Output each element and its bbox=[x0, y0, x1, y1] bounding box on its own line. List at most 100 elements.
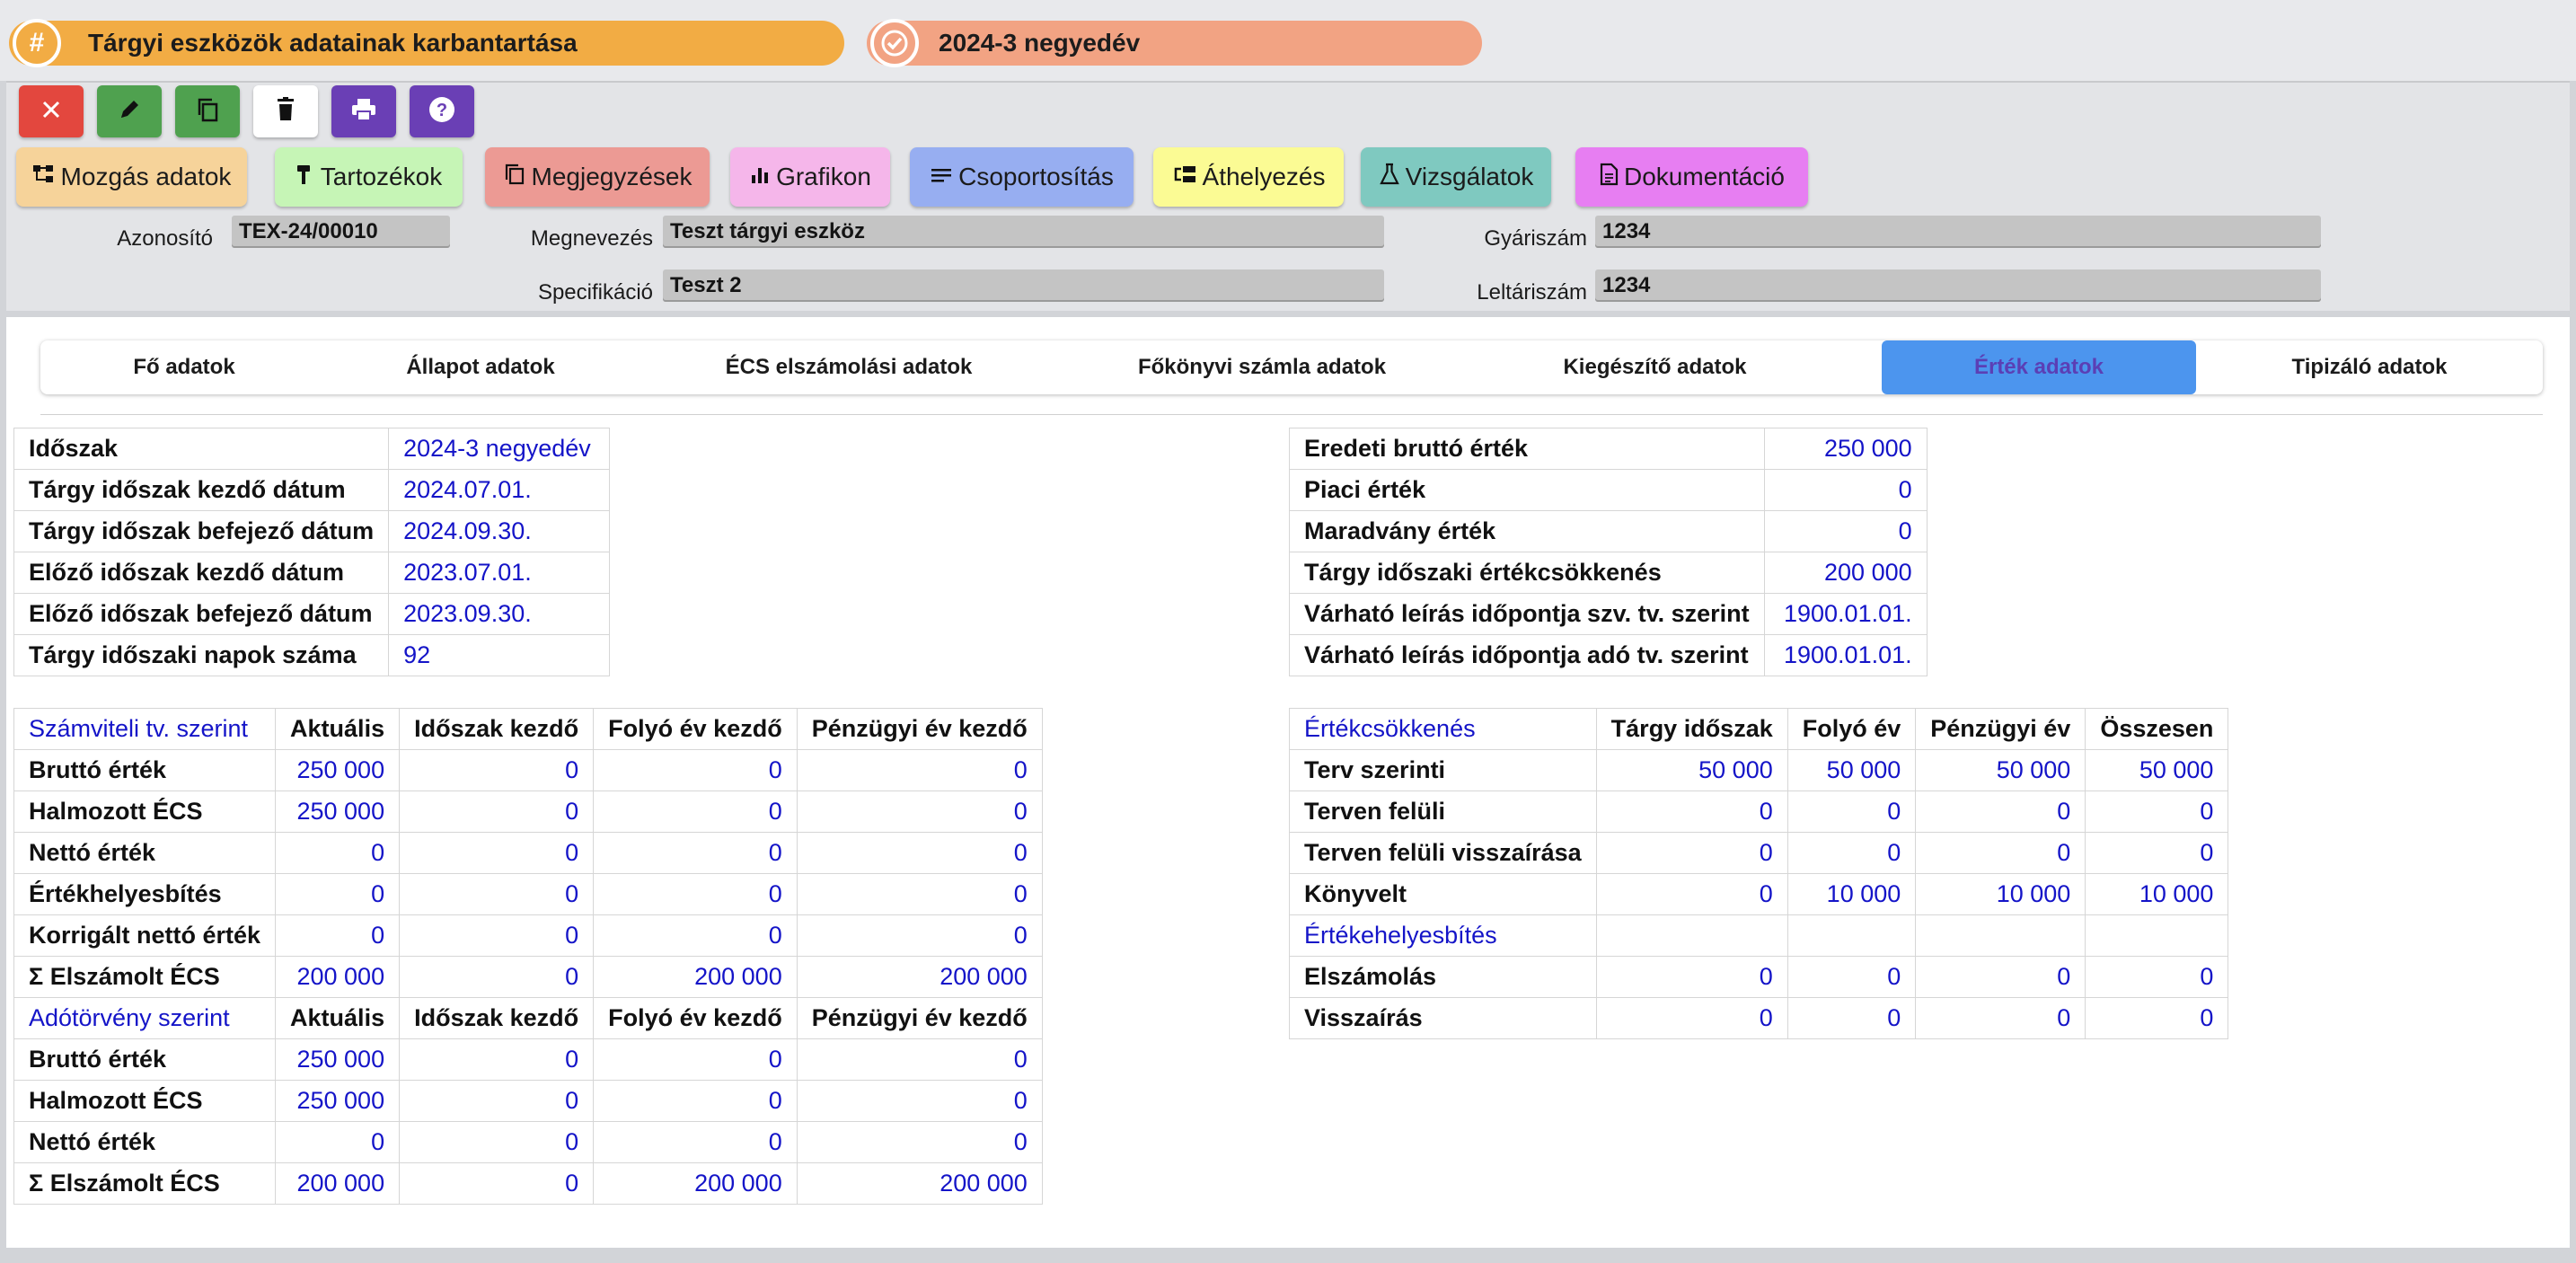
table-row: Korrigált nettó érték 0 0 0 0 bbox=[13, 914, 1043, 957]
tab-ledger-account[interactable]: Főkönyvi számla adatok bbox=[1064, 340, 1460, 394]
row-value: 2024.07.01. bbox=[388, 469, 611, 511]
empty-cell bbox=[1915, 914, 2086, 957]
table-row: Terven felüli 0 0 0 0 bbox=[1289, 790, 2229, 833]
row-value: 0 bbox=[1595, 956, 1788, 998]
row-value: 0 bbox=[275, 914, 401, 957]
table-row: Időszak 2024-3 negyedév bbox=[13, 428, 611, 470]
row-value: 0 bbox=[2085, 832, 2229, 874]
table-row: Halmozott ÉCS 250 000 0 0 0 bbox=[13, 790, 1043, 833]
identifier-label: Azonosító bbox=[117, 226, 213, 251]
module-title: Tárgyi eszközök adatainak karbantartása bbox=[88, 29, 578, 57]
table-row: Tárgy időszaki napok száma 92 bbox=[13, 634, 611, 676]
row-value: 0 bbox=[1786, 956, 1917, 998]
row-value: 0 bbox=[1595, 832, 1788, 874]
table-header-row: Értékcsökkenés Tárgy időszak Folyó év Pénzü… bbox=[1289, 708, 2229, 750]
row-value: 2024-3 negyedév bbox=[388, 428, 611, 470]
row-value: 0 bbox=[593, 873, 798, 915]
inspections-button[interactable]: Vizsgálatok bbox=[1361, 147, 1551, 207]
row-value: 1900.01.01. bbox=[1763, 634, 1928, 676]
row-value: 50 000 bbox=[1595, 749, 1788, 791]
help-button[interactable]: ? bbox=[410, 85, 474, 137]
specification-label: Specifikáció bbox=[537, 280, 653, 305]
hash-icon: # bbox=[13, 19, 61, 67]
row-value: 0 bbox=[1915, 997, 2086, 1039]
row-value: 0 bbox=[1595, 790, 1788, 833]
name-label: Megnevezés bbox=[530, 226, 653, 251]
table-row: Maradvány érték 0 bbox=[1289, 510, 1928, 552]
detail-tabs: Fő adatok Állapot adatok ÉCS elszámolási… bbox=[40, 340, 2543, 394]
row-value: 250 000 bbox=[275, 1038, 401, 1081]
column-header: Aktuális bbox=[275, 708, 401, 750]
row-label: Halmozott ÉCS bbox=[13, 1080, 277, 1122]
notes-button[interactable]: Megjegyzések bbox=[485, 147, 710, 207]
documentation-button[interactable]: Dokumentáció bbox=[1575, 147, 1808, 207]
row-value: 0 bbox=[399, 1162, 595, 1205]
empty-cell bbox=[2085, 914, 2229, 957]
delete-button[interactable] bbox=[253, 85, 318, 137]
period-table: Időszak 2024-3 negyedév Tárgy időszak kezd… bbox=[13, 428, 611, 676]
chart-button[interactable]: Grafikon bbox=[730, 147, 890, 207]
section-subtitle: Értékehelyesbítés bbox=[1289, 914, 1597, 957]
row-value: 0 bbox=[796, 832, 1043, 874]
table-row: Terv szerinti 50 000 50 000 50 000 50 000 bbox=[1289, 749, 2229, 791]
serial-number-field[interactable]: 1234 bbox=[1595, 216, 2321, 248]
row-label: Eredeti bruttó érték bbox=[1289, 428, 1765, 470]
table-row: Várható leírás időpontja szv. tv. szerin… bbox=[1289, 593, 1928, 635]
print-button[interactable] bbox=[331, 85, 396, 137]
table-row: Tárgy időszak befejező dátum 2024.09.30. bbox=[13, 510, 611, 552]
table-row: Terven felüli visszaírása 0 0 0 0 bbox=[1289, 832, 2229, 874]
tab-value-data[interactable]: Érték adatok bbox=[1882, 340, 2196, 394]
row-value: 0 bbox=[1595, 997, 1788, 1039]
table-row: Eredeti bruttó érték 250 000 bbox=[1289, 428, 1928, 470]
tab-status-data[interactable]: Állapot adatok bbox=[328, 340, 633, 394]
row-value: 200 000 bbox=[593, 1162, 798, 1205]
table-header-row: Adótörvény szerint Aktuális Időszak kezdő F… bbox=[13, 997, 1043, 1039]
help-icon: ? bbox=[428, 95, 456, 128]
row-value: 0 bbox=[1915, 956, 2086, 998]
row-label: Időszak bbox=[13, 428, 390, 470]
grouping-label: Csoportosítás bbox=[958, 163, 1114, 190]
row-label: Terven felüli visszaírása bbox=[1289, 832, 1597, 874]
tab-supplementary-data[interactable]: Kiegészítő adatok bbox=[1460, 340, 1850, 394]
row-value: 0 bbox=[593, 1080, 798, 1122]
grouping-button[interactable]: Csoportosítás bbox=[910, 147, 1134, 207]
row-value: 0 bbox=[399, 1080, 595, 1122]
row-label: Elszámolás bbox=[1289, 956, 1597, 998]
tab-depreciation-settlement[interactable]: ÉCS elszámolási adatok bbox=[633, 340, 1064, 394]
table-row: Tárgy időszaki értékcsökkenés 200 000 bbox=[1289, 552, 1928, 594]
column-header: Pénzügyi év kezdő bbox=[796, 997, 1043, 1039]
row-value: 0 bbox=[275, 1121, 401, 1163]
inventory-number-field[interactable]: 1234 bbox=[1595, 269, 2321, 302]
row-value: 0 bbox=[275, 832, 401, 874]
row-value: 50 000 bbox=[1915, 749, 2086, 791]
table-row: Bruttó érték 250 000 0 0 0 bbox=[13, 1038, 1043, 1081]
module-title-pill: # Tárgyi eszközök adatainak karbantartás… bbox=[9, 19, 844, 67]
tab-typing-data[interactable]: Tipizáló adatok bbox=[2196, 340, 2543, 394]
row-value: 0 bbox=[593, 914, 798, 957]
row-value: 0 bbox=[399, 873, 595, 915]
inspections-label: Vizsgálatok bbox=[1405, 163, 1534, 190]
row-value: 0 bbox=[796, 790, 1043, 833]
relocation-button[interactable]: Áthelyezés bbox=[1153, 147, 1344, 207]
row-value: 0 bbox=[275, 873, 401, 915]
identifier-field[interactable]: TEX-24/00010 bbox=[232, 216, 450, 248]
check-badge-icon bbox=[870, 19, 919, 67]
row-label: Visszaírás bbox=[1289, 997, 1597, 1039]
specification-field[interactable]: Teszt 2 bbox=[663, 269, 1384, 302]
movement-data-button[interactable]: Mozgás adatok bbox=[16, 147, 247, 207]
row-value: 250 000 bbox=[1763, 428, 1928, 470]
printer-icon bbox=[349, 96, 378, 128]
trash-icon bbox=[273, 96, 298, 128]
period-title: 2024-3 negyedév bbox=[939, 29, 1141, 57]
accessories-button[interactable]: Tartozékok bbox=[275, 147, 463, 207]
row-value: 250 000 bbox=[275, 1080, 401, 1122]
copy-button[interactable] bbox=[175, 85, 240, 137]
name-field[interactable]: Teszt tárgyi eszköz bbox=[663, 216, 1384, 248]
edit-button[interactable] bbox=[97, 85, 162, 137]
tab-main-data[interactable]: Fő adatok bbox=[40, 340, 328, 394]
row-value: 0 bbox=[1786, 790, 1917, 833]
row-value: 0 bbox=[399, 790, 595, 833]
close-button[interactable] bbox=[19, 85, 84, 137]
table-row: Előző időszak befejező dátum 2023.09.30. bbox=[13, 593, 611, 635]
close-icon bbox=[40, 98, 63, 126]
